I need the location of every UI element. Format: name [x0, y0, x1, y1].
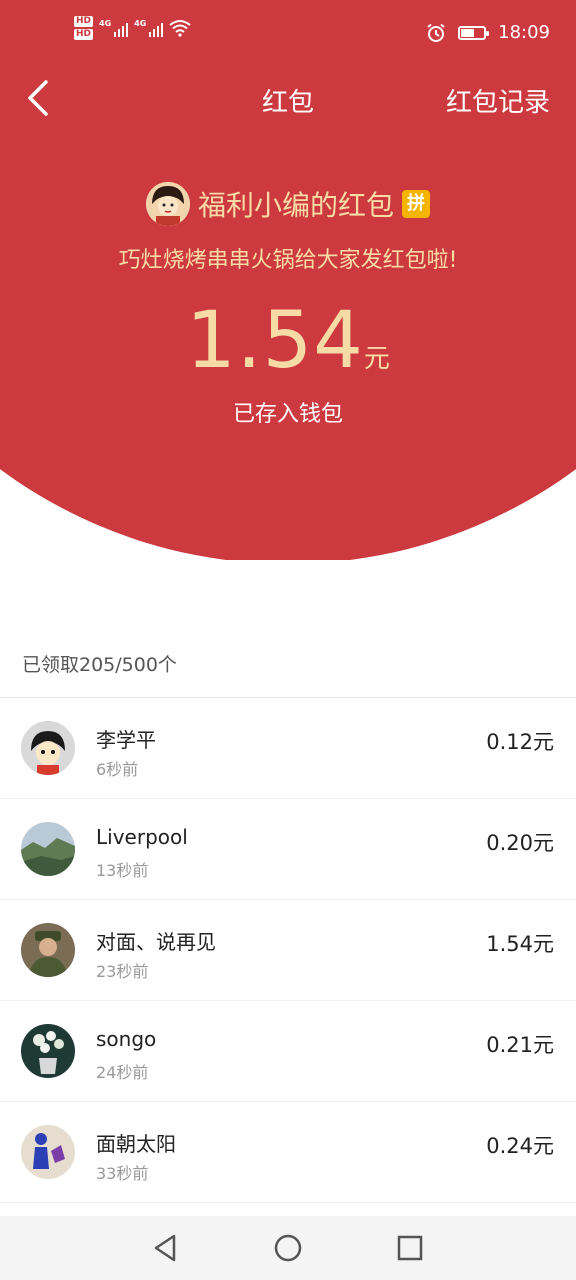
- net2-label: 4G: [134, 19, 147, 28]
- triangle-back-icon: [154, 1234, 176, 1262]
- nav-recent-button[interactable]: [394, 1232, 426, 1264]
- pin-badge: 拼: [402, 190, 430, 218]
- claim-list: 李学平 6秒前 0.12元 Liverpool 13秒前 0.20元 对面、说再…: [0, 698, 576, 1203]
- signal1-icon: 4G: [99, 19, 129, 37]
- saved-to-wallet-link[interactable]: 已存入钱包: [0, 396, 576, 428]
- square-recent-icon: [397, 1235, 423, 1261]
- claim-time: 6秒前: [96, 760, 139, 779]
- top-nav: 红包 红包记录: [0, 70, 576, 126]
- red-packet-header: HD HD 4G 4G 18:09 红包 红包记录 福利小编的红包 拼 巧灶烧烤…: [0, 0, 576, 560]
- status-left: HD HD 4G 4G: [74, 16, 191, 40]
- avatar: [21, 1125, 75, 1179]
- claimer-name: 李学平: [96, 728, 156, 752]
- hd1-badge: HD: [74, 16, 94, 27]
- avatar: [21, 721, 75, 775]
- status-bar: HD HD 4G 4G 18:09: [0, 0, 576, 70]
- claim-amount: 0.20元: [486, 831, 554, 855]
- claimer-name: 对面、说再见: [96, 930, 216, 954]
- battery-icon: [458, 25, 490, 40]
- list-item[interactable]: Liverpool 13秒前 0.20元: [0, 799, 576, 900]
- amount-value: 1.54: [186, 296, 364, 386]
- sender-avatar: [145, 182, 190, 226]
- claim-amount: 0.21元: [486, 1033, 554, 1057]
- sender-row: 福利小编的红包 拼: [0, 182, 576, 226]
- alarm-icon: [427, 23, 445, 42]
- amount-unit: 元: [363, 344, 390, 374]
- list-item[interactable]: 李学平 6秒前 0.12元: [0, 698, 576, 799]
- circle-home-icon: [274, 1234, 302, 1262]
- avatar: [21, 1024, 75, 1078]
- system-nav-bar: [0, 1216, 576, 1280]
- claimer-name: Liverpool: [96, 825, 188, 849]
- red-packet-record-link[interactable]: 红包记录: [446, 82, 550, 119]
- claim-amount: 0.12元: [486, 730, 554, 754]
- avatar: [21, 822, 75, 876]
- claim-amount: 0.24元: [486, 1134, 554, 1158]
- claim-amount: 1.54元: [486, 932, 554, 956]
- claim-time: 24秒前: [96, 1063, 149, 1082]
- net1-label: 4G: [99, 19, 112, 28]
- sender-name: 福利小编的红包: [197, 189, 394, 222]
- claimer-name: 面朝太阳: [96, 1132, 176, 1156]
- claimer-name: songo: [96, 1027, 157, 1051]
- nav-back-button[interactable]: [150, 1232, 182, 1264]
- claim-time: 23秒前: [96, 962, 149, 981]
- status-right: 18:09: [426, 22, 550, 43]
- amount-row: 1.54元: [0, 296, 576, 386]
- list-item[interactable]: 对面、说再见 23秒前 1.54元: [0, 900, 576, 1001]
- greeting-text: 巧灶烧烤串串火锅给大家发红包啦!: [118, 248, 458, 273]
- claim-time: 33秒前: [96, 1164, 149, 1183]
- list-item[interactable]: 面朝太阳 33秒前 0.24元: [0, 1102, 576, 1203]
- hd2-badge: HD: [74, 29, 94, 40]
- claim-time: 13秒前: [96, 861, 149, 880]
- list-item[interactable]: songo 24秒前 0.21元: [0, 1001, 576, 1102]
- battery-level: [461, 28, 475, 37]
- signal2-icon: 4G: [134, 19, 164, 37]
- nav-home-button[interactable]: [272, 1232, 304, 1264]
- avatar: [21, 923, 75, 977]
- wifi-icon: [169, 20, 191, 37]
- clock: 18:09: [498, 22, 550, 43]
- claim-summary: 已领取205/500个: [22, 654, 177, 676]
- hd-indicator: HD HD: [74, 16, 94, 40]
